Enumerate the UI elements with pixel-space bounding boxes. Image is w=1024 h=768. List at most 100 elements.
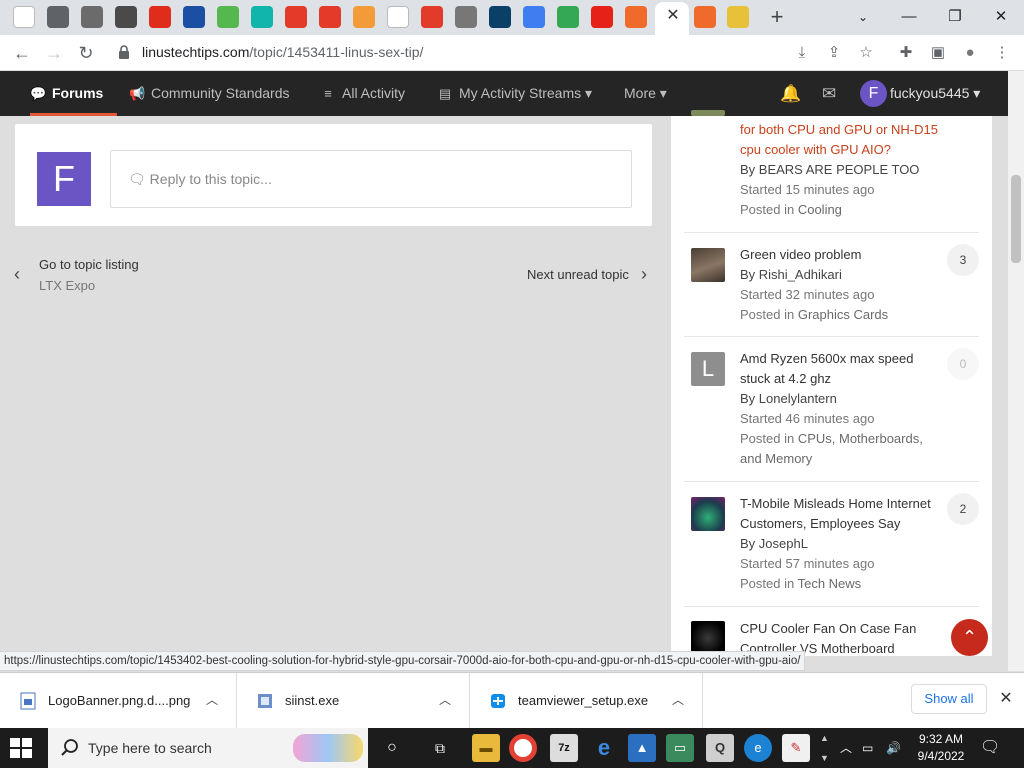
cortana-icon[interactable]: ○: [378, 734, 406, 762]
topic-title[interactable]: T-Mobile Misleads Home Internet Customer…: [740, 494, 940, 534]
prev-topic-sub[interactable]: LTX Expo: [39, 278, 95, 293]
browser-menu-icon[interactable]: ⋮: [990, 41, 1014, 65]
reload-icon[interactable]: ↻: [72, 39, 100, 67]
chrome-taskbar-icon[interactable]: [509, 734, 537, 762]
profile-icon[interactable]: ●: [958, 41, 982, 65]
task-view-icon[interactable]: ⧉: [426, 734, 454, 762]
new-tab-button[interactable]: +: [765, 4, 789, 30]
ltt-icon[interactable]: [625, 6, 647, 28]
tray-chevron-up-icon[interactable]: ︿: [840, 728, 852, 768]
network-icon[interactable]: ▭: [862, 728, 873, 768]
list-item[interactable]: L Amd Ryzen 5600x max speed stuck at 4.2…: [684, 337, 979, 482]
restore-icon[interactable]: ❐: [940, 4, 970, 30]
brave-icon[interactable]: [319, 6, 341, 28]
address-bar[interactable]: linustechtips.com/topic/1453411-linus-se…: [142, 43, 423, 61]
nav-forums[interactable]: 💬 Forums: [30, 71, 118, 116]
topic-started: Started 57 minutes ago: [740, 556, 875, 571]
download-item[interactable]: siinst.exe ︿: [237, 673, 470, 729]
chevron-right-icon[interactable]: ›: [641, 264, 647, 285]
paint-icon[interactable]: ✎: [782, 734, 810, 762]
list-item[interactable]: CPU Cooler Fan On Case Fan Controller VS…: [684, 607, 979, 656]
chevron-up-icon[interactable]: ︿: [206, 691, 218, 708]
app-q-icon[interactable]: Q: [706, 734, 734, 762]
window-close-icon[interactable]: ✕: [986, 4, 1016, 30]
download-filename: teamviewer_setup.exe: [518, 693, 649, 708]
ltt-icon[interactable]: [694, 6, 716, 28]
reply-placeholder: Reply to this topic...: [149, 171, 272, 187]
bookmark-star-icon[interactable]: ☆: [854, 41, 878, 65]
app-icon[interactable]: [81, 6, 103, 28]
install-app-icon[interactable]: ⤓: [790, 41, 814, 65]
volume-icon[interactable]: 🔊: [886, 728, 901, 768]
chrome-icon[interactable]: [455, 6, 477, 28]
youtube-icon[interactable]: [591, 6, 613, 28]
google-icon[interactable]: [387, 6, 409, 28]
forward-icon[interactable]: →: [40, 39, 68, 67]
share-icon[interactable]: ⇪: [822, 41, 846, 65]
chevron-left-icon[interactable]: ‹: [14, 264, 20, 285]
download-item[interactable]: teamviewer_setup.exe ︿: [470, 673, 703, 729]
show-all-downloads-button[interactable]: Show all: [911, 684, 987, 714]
internet-explorer-icon[interactable]: e: [590, 734, 618, 762]
scroll-to-top-button[interactable]: ⌃: [951, 619, 988, 656]
edge-icon[interactable]: e: [744, 734, 772, 762]
topic-author: By BEARS ARE PEOPLE TOO: [740, 162, 920, 177]
adobe-icon[interactable]: [149, 6, 171, 28]
list-item[interactable]: T-Mobile Misleads Home Internet Customer…: [684, 482, 979, 607]
download-item[interactable]: LogoBanner.png.d....png ︿: [0, 673, 237, 729]
windows-start-icon[interactable]: [10, 738, 32, 758]
topic-forum-link[interactable]: Cooling: [798, 202, 842, 217]
brave-icon[interactable]: [285, 6, 307, 28]
next-unread-topic-link[interactable]: Next unread topic: [527, 267, 629, 282]
shield-icon[interactable]: [115, 6, 137, 28]
lock-icon[interactable]: [118, 45, 130, 59]
close-downloads-icon[interactable]: ✕: [996, 689, 1016, 709]
clock-time: 9:32 AM: [918, 732, 964, 746]
page-scrollbar[interactable]: [1008, 71, 1024, 671]
nav-all-activity[interactable]: ≡ All Activity: [320, 71, 405, 116]
close-tab-icon[interactable]: ✕: [663, 5, 683, 27]
search-icon: [61, 739, 78, 756]
app-icon[interactable]: [727, 6, 749, 28]
reply-input[interactable]: 🗨 Reply to this topic...: [110, 150, 632, 208]
chrome-icon[interactable]: [47, 6, 69, 28]
remote-desktop-icon[interactable]: ▭: [666, 734, 694, 762]
scrollbar-thumb[interactable]: [1011, 175, 1021, 263]
topic-title[interactable]: Green video problem: [740, 245, 940, 265]
app-icon[interactable]: [353, 6, 375, 28]
back-icon[interactable]: ←: [8, 39, 36, 67]
app-icon[interactable]: [489, 6, 511, 28]
chevron-up-icon[interactable]: ︿: [672, 691, 684, 708]
brave-icon[interactable]: [421, 6, 443, 28]
google-icon[interactable]: [13, 6, 35, 28]
circle-icon[interactable]: [183, 6, 205, 28]
taskbar-search-box[interactable]: Type here to search: [48, 728, 368, 768]
nav-activity-streams-label: My Activity Streams: [459, 85, 582, 101]
nav-activity-streams[interactable]: ▤ My Activity Streams ▾: [437, 71, 592, 116]
nav-community-standards[interactable]: 📢 Community Standards: [129, 71, 290, 116]
side-panel-icon[interactable]: ▣: [926, 41, 950, 65]
file-explorer-icon[interactable]: ▬: [472, 734, 500, 762]
minimize-icon[interactable]: —: [894, 4, 924, 30]
photos-icon[interactable]: ▲: [628, 734, 656, 762]
taskbar-clock[interactable]: 9:32 AM 9/4/2022: [914, 731, 968, 765]
user-avatar[interactable]: F: [860, 80, 887, 107]
taskbar-scroll-arrows[interactable]: ▲ ▼: [820, 728, 829, 768]
topic-forum-link[interactable]: Graphics Cards: [798, 307, 888, 322]
topic-title[interactable]: Amd Ryzen 5600x max speed stuck at 4.2 g…: [740, 349, 940, 389]
tab-search-icon[interactable]: ⌄: [848, 4, 878, 30]
7zip-icon[interactable]: 7z: [550, 734, 578, 762]
recycle-icon[interactable]: [217, 6, 239, 28]
list-item[interactable]: for both CPU and GPU or NH-D15 cpu coole…: [684, 110, 979, 233]
chevron-up-icon[interactable]: ︿: [439, 691, 451, 708]
nav-more[interactable]: More ▾: [624, 71, 667, 116]
notifications-icon[interactable]: 🗨: [980, 728, 1000, 768]
app-icon[interactable]: [523, 6, 545, 28]
circle-icon[interactable]: [251, 6, 273, 28]
list-item[interactable]: Green video problem By Rishi_Adhikari St…: [684, 233, 979, 337]
topic-title[interactable]: for both CPU and GPU or NH-D15 cpu coole…: [740, 120, 940, 160]
extensions-icon[interactable]: ✚: [894, 41, 918, 65]
topic-forum-link[interactable]: Tech News: [798, 576, 862, 591]
prev-topic-link[interactable]: Go to topic listing: [39, 257, 139, 272]
play-icon[interactable]: [557, 6, 579, 28]
